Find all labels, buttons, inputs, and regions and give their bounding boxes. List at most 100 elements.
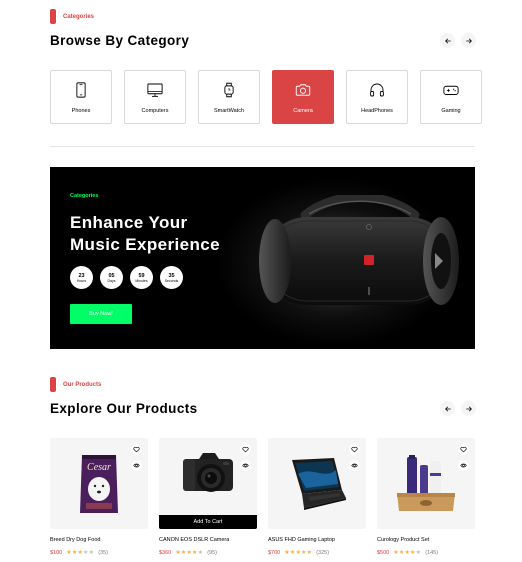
product-meta: $100 ★★★★★ (35)	[50, 549, 148, 557]
product-list: Cesar Breed Dry Dog Food $100 ★★★★★ (35)	[50, 438, 475, 556]
category-label: HeadPhones	[361, 107, 393, 114]
product-next-button[interactable]	[461, 401, 476, 416]
product-card[interactable]: Add To Cart CANON EOS DSLR Camera $360 ★…	[159, 438, 257, 556]
section-tag-bar	[50, 377, 56, 392]
dog-food-image: Cesar	[80, 454, 118, 513]
product-price: $500	[377, 549, 390, 556]
section-tag-label: Categories	[63, 13, 95, 20]
banner-title-line1: Enhance Your	[70, 213, 188, 232]
wishlist-button[interactable]	[240, 444, 251, 455]
arrow-left-icon	[444, 406, 451, 411]
category-gaming[interactable]: Gaming	[420, 70, 482, 124]
arrow-right-icon	[465, 406, 472, 411]
quick-view-button[interactable]	[349, 460, 360, 471]
categories-section-tag: Categories	[50, 9, 94, 24]
product-card[interactable]: Cesar Breed Dry Dog Food $100 ★★★★★ (35)	[50, 438, 148, 556]
product-image-area: Cesar	[50, 438, 148, 529]
product-image-area	[377, 438, 475, 529]
countdown-minutes: 59 Minutes	[130, 266, 153, 289]
section-tag-bar	[50, 9, 56, 24]
category-phones[interactable]: Phones	[50, 70, 112, 124]
svg-text:Cesar: Cesar	[87, 462, 111, 473]
product-name[interactable]: ASUS FHD Gaming Laptop	[268, 537, 366, 543]
product-actions	[349, 444, 360, 471]
wishlist-button[interactable]	[131, 444, 142, 455]
product-meta: $360 ★★★★★ (95)	[159, 549, 257, 557]
quick-view-button[interactable]	[131, 460, 142, 471]
computer-icon	[147, 83, 163, 97]
section-tag-label: Our Products	[63, 381, 102, 388]
category-prev-button[interactable]	[440, 33, 455, 48]
wishlist-button[interactable]	[458, 444, 469, 455]
countdown-label: Seconds	[164, 278, 179, 283]
category-smartwatch[interactable]: SmartWatch	[198, 70, 260, 124]
review-count: (35)	[98, 549, 108, 556]
category-headphones[interactable]: HeadPhones	[346, 70, 408, 124]
gamepad-icon	[443, 85, 459, 95]
countdown-label: Hours	[76, 278, 87, 283]
product-price: $100	[50, 549, 63, 556]
product-image-area: Add To Cart	[159, 438, 257, 529]
section-divider	[50, 146, 475, 147]
rating-stars: ★★★★★	[393, 549, 421, 556]
star-icon: ★	[197, 550, 204, 556]
category-camera[interactable]: Camera	[272, 70, 334, 124]
category-next-button[interactable]	[461, 33, 476, 48]
product-name[interactable]: CANON EOS DSLR Camera	[159, 537, 257, 543]
category-label: Phones	[71, 107, 91, 114]
product-card[interactable]: ASUS FHD Gaming Laptop $700 ★★★★★ (325)	[268, 438, 366, 556]
phone-icon	[76, 81, 86, 98]
star-icon: ★	[415, 550, 422, 556]
product-meta: $500 ★★★★★ (145)	[377, 549, 475, 557]
product-name[interactable]: Breed Dry Dog Food	[50, 537, 148, 543]
star-icon: ★	[306, 550, 313, 556]
gaming-laptop-image	[292, 457, 346, 510]
buy-now-button[interactable]: Buy Now!	[70, 304, 132, 324]
product-meta: $700 ★★★★★ (325)	[268, 549, 366, 557]
product-image-area	[268, 438, 366, 529]
product-price: $360	[159, 549, 172, 556]
quick-view-button[interactable]	[240, 460, 251, 471]
review-count: (95)	[207, 549, 217, 556]
quick-view-button[interactable]	[458, 460, 469, 471]
countdown-label: Minutes	[135, 278, 148, 283]
speaker-image	[259, 195, 459, 305]
eye-icon	[133, 463, 140, 468]
product-card[interactable]: Curology Product Set $500 ★★★★★ (145)	[377, 438, 475, 556]
category-label: SmartWatch	[213, 107, 245, 114]
category-computers[interactable]: Computers	[124, 70, 186, 124]
arrow-left-icon	[444, 38, 451, 43]
product-price: $700	[268, 549, 281, 556]
eye-icon	[351, 463, 358, 468]
heart-icon	[133, 446, 140, 453]
heart-icon	[242, 446, 249, 453]
review-count: (325)	[316, 549, 330, 556]
curology-set-image	[397, 454, 455, 511]
star-icon: ★	[88, 550, 95, 556]
product-actions	[240, 444, 251, 471]
products-section-tag: Our Products	[50, 377, 101, 392]
category-label: Gaming	[441, 107, 461, 114]
rating-stars: ★★★★★	[284, 549, 312, 556]
add-to-cart-button[interactable]: Add To Cart	[159, 515, 257, 529]
product-prev-button[interactable]	[440, 401, 455, 416]
heart-icon	[460, 446, 467, 453]
wishlist-button[interactable]	[349, 444, 360, 455]
dslr-camera-image	[183, 453, 233, 493]
countdown-label: Days	[107, 278, 116, 283]
rating-stars: ★★★★★	[175, 549, 203, 556]
heart-icon	[351, 446, 358, 453]
rating-stars: ★★★★★	[66, 549, 94, 556]
product-name[interactable]: Curology Product Set	[377, 537, 475, 543]
countdown-hours: 23 Hours	[70, 266, 93, 289]
category-list: Phones Computers SmartWatch Camera HeadP…	[50, 70, 482, 124]
category-label: Camera	[293, 107, 313, 114]
category-arrows	[440, 33, 476, 48]
camera-icon	[295, 83, 311, 96]
countdown-seconds: 35 Seconds	[160, 266, 183, 289]
smartwatch-icon	[224, 82, 234, 97]
countdown: 23 Hours 05 Days 59 Minutes 35 Seconds	[70, 266, 183, 289]
product-actions	[458, 444, 469, 471]
categories-title: Browse By Category	[50, 33, 190, 48]
product-actions	[131, 444, 142, 471]
